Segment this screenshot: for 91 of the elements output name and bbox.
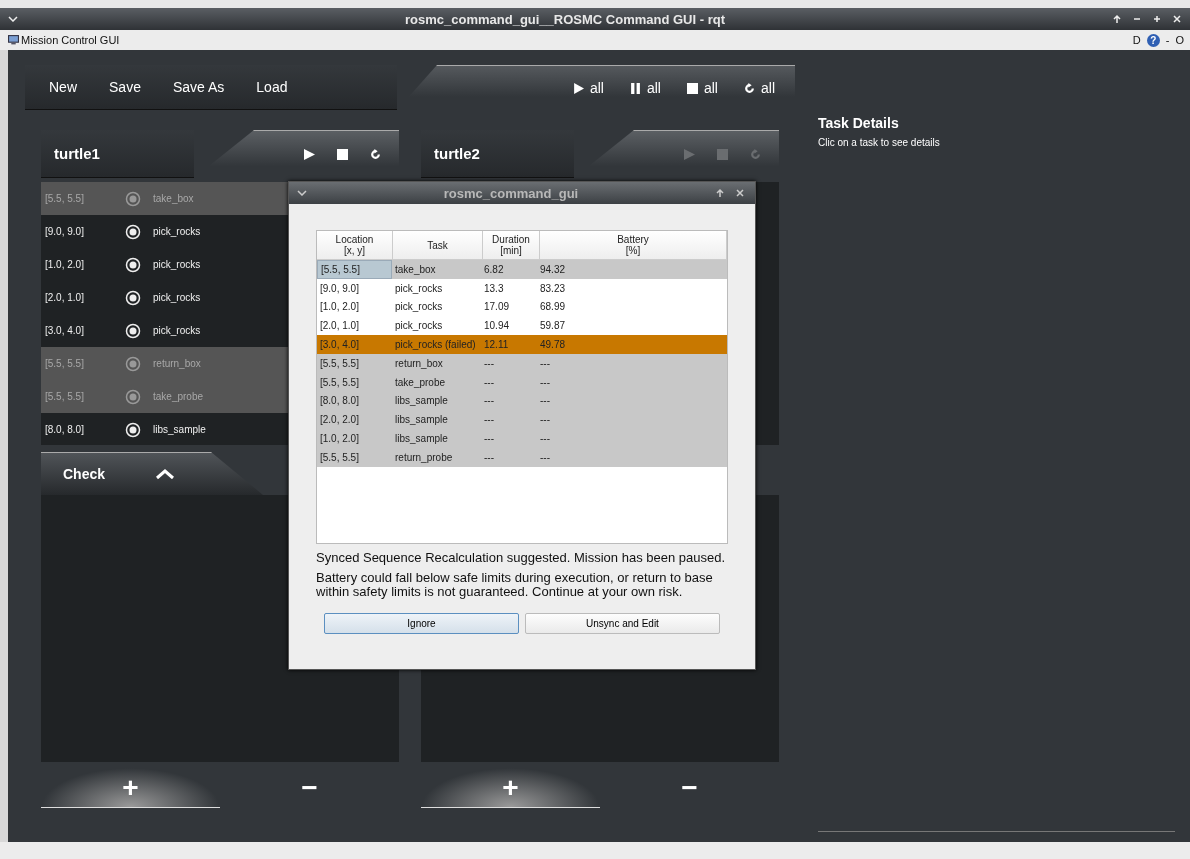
plugin-bar-button[interactable]: O — [1175, 34, 1184, 46]
toolbar-button[interactable]: Save As — [160, 75, 237, 99]
table-cell-text: 59.87 — [539, 319, 567, 334]
dialog-button[interactable]: Unsync and Edit — [525, 613, 720, 634]
table-cell-text: --- — [483, 413, 495, 428]
chevron-up-icon[interactable] — [155, 468, 176, 480]
table-cell-text: 83.23 — [539, 281, 567, 296]
table-cell-text: 10.94 — [483, 319, 511, 334]
table-cell-text: libs_sample — [394, 413, 449, 428]
table-cell-text: --- — [483, 450, 495, 465]
stop-icon — [686, 82, 698, 94]
plugin-title: Mission Control GUI — [21, 34, 121, 46]
dialog-button[interactable]: Ignore — [324, 613, 519, 634]
table-cell-text: return_probe — [394, 450, 454, 465]
table-cell-text: 94.32 — [539, 262, 567, 277]
status-message: Synced Sequence Recalculation suggested. Mission has been paused. — [316, 550, 727, 565]
table-cell-text: pick_rocks — [394, 281, 444, 296]
toolbar-button[interactable]: Save — [97, 75, 153, 99]
table-cell-text: --- — [483, 394, 495, 409]
table-row[interactable]: [2.0, 2.0] libs_sample --- --- — [317, 410, 727, 430]
window-title: rosmc_command_gui__ROSMC Command GUI - rqt — [404, 11, 726, 27]
table-row[interactable]: [1.0, 2.0] libs_sample --- --- — [317, 429, 727, 448]
maximize-icon[interactable] — [1152, 14, 1162, 24]
column-header[interactable]: Location [x, y] — [317, 231, 393, 259]
details-title: Task Details — [818, 115, 900, 131]
table-cell-text: --- — [539, 375, 551, 390]
table-cell-text: [1.0, 2.0] — [319, 432, 360, 447]
add-button[interactable]: + — [41, 768, 220, 808]
plugin-bar-button[interactable]: D — [1132, 34, 1141, 46]
table-row[interactable]: [5.5, 5.5] take_box 6.82 94.32 — [317, 260, 727, 279]
run-all-button[interactable]: all — [570, 76, 606, 100]
radio-icon — [125, 256, 141, 273]
table-cell-text: --- — [539, 450, 551, 465]
play-icon — [572, 82, 584, 94]
radio-icon — [125, 421, 141, 438]
table-cell-text: --- — [539, 356, 551, 371]
table-cell-text: take_box — [394, 262, 437, 277]
table-cell-text: --- — [483, 375, 495, 390]
check-button[interactable]: Check — [63, 462, 106, 486]
toolbar-button[interactable]: New — [37, 75, 89, 99]
dialog-title: rosmc_command_gui — [442, 185, 580, 201]
run-all-button[interactable]: all — [627, 76, 663, 100]
radio-icon — [125, 388, 141, 405]
details-hint: Clic on a task to see details — [818, 137, 941, 148]
radio-icon — [125, 289, 141, 306]
column-header[interactable]: Task — [393, 231, 483, 259]
table-cell-text: [2.0, 2.0] — [319, 413, 360, 428]
table-cell-text: [2.0, 1.0] — [319, 319, 360, 334]
table-cell-text: 49.78 — [539, 338, 567, 353]
table-cell-text: 12.11 — [483, 338, 510, 353]
table-cell-text: --- — [483, 356, 495, 371]
table-cell-text: 13.3 — [483, 281, 505, 296]
column-header[interactable]: Duration [min] — [483, 231, 540, 259]
play-icon[interactable] — [304, 149, 315, 160]
radio-icon — [125, 355, 141, 372]
table-cell-text: libs_sample — [394, 432, 449, 447]
table-cell-text: pick_rocks — [394, 319, 444, 334]
table-cell-text: [1.0, 2.0] — [319, 300, 360, 315]
table-cell-text: 17.09 — [483, 300, 511, 315]
plugin-bar-button[interactable]: - — [1165, 34, 1170, 46]
column-header[interactable]: Battery [%] — [540, 231, 727, 259]
toolbar-button[interactable]: Load — [244, 75, 300, 99]
remove-button[interactable]: − — [220, 768, 399, 808]
table-cell-text: --- — [539, 394, 551, 409]
robot-name: turtle1 — [54, 145, 100, 162]
table-cell: [5.5, 5.5] — [317, 260, 392, 279]
restart-icon — [744, 82, 755, 94]
robot-name: turtle2 — [434, 145, 480, 162]
menu-caret-icon[interactable] — [297, 190, 307, 196]
pause-icon — [629, 82, 641, 94]
table-cell-text: --- — [539, 413, 551, 428]
table-row[interactable]: [3.0, 4.0] pick_rocks (failed) 12.11 49.78 — [317, 335, 727, 354]
table-cell-text: --- — [483, 432, 495, 447]
table-cell-text: [9.0, 9.0] — [319, 281, 360, 296]
table-cell-text: pick_rocks — [394, 300, 444, 315]
table-cell-text: [8.0, 8.0] — [319, 394, 360, 409]
radio-icon — [125, 190, 141, 207]
table-cell-text: [5.5, 5.5] — [319, 356, 360, 371]
table-cell-text: [5.5, 5.5] — [319, 450, 360, 465]
radio-icon — [125, 223, 141, 240]
table-cell-text: --- — [539, 432, 551, 447]
monitor-icon — [8, 35, 19, 45]
table-cell-text: 68.99 — [539, 300, 567, 315]
table-cell-text: 6.82 — [483, 262, 505, 277]
radio-icon — [125, 322, 141, 339]
help-button[interactable]: ? — [1146, 33, 1160, 47]
run-all-button[interactable]: all — [684, 76, 720, 100]
pin-icon[interactable] — [715, 188, 725, 198]
run-all-button[interactable]: all — [742, 76, 777, 100]
close-icon[interactable] — [735, 188, 745, 198]
warning-message: Battery could fall below safe limits during execution, or return to base within safety limits is not guaranteed. Continue at your own risk. — [316, 571, 714, 599]
